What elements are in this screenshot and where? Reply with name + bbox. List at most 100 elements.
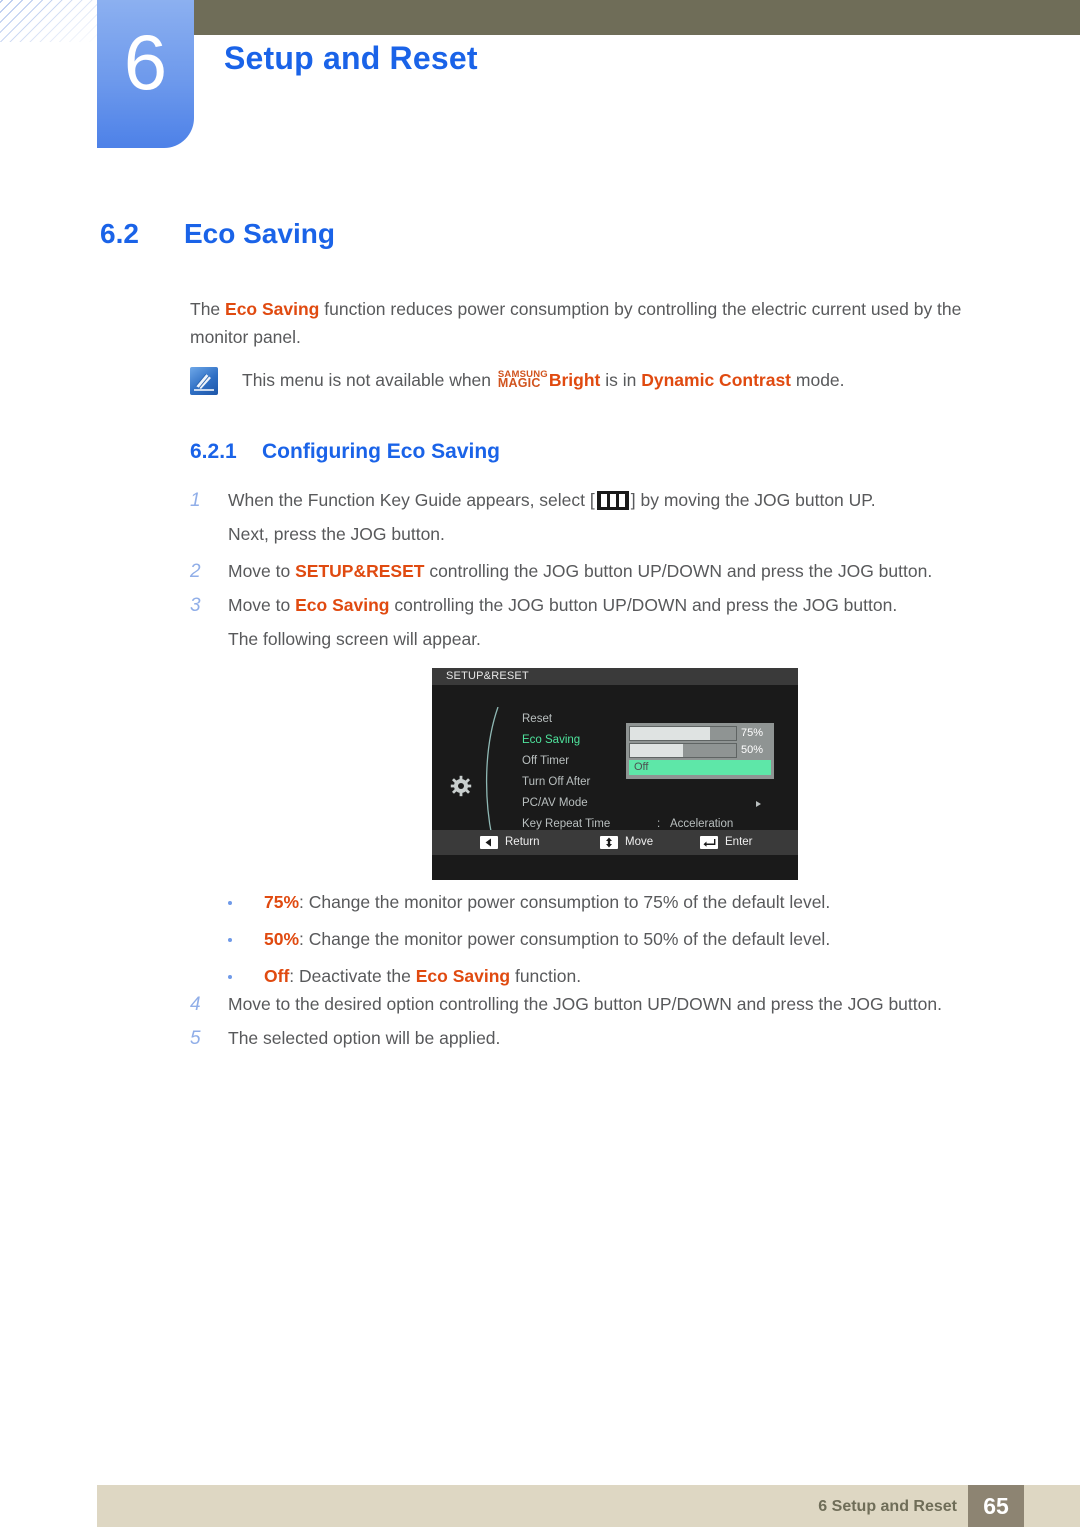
left-arrow-key-icon [480,836,498,849]
chevron-right-icon [756,801,761,807]
eco-option-label: 50% [741,744,764,756]
top-banner-bar [97,0,1080,35]
step-item: 1 When the Function Key Guide appears, s… [190,486,990,515]
note-text-part3: mode. [791,370,845,390]
eco-slider-bar[interactable] [629,743,737,758]
step-highlight: SETUP&RESET [295,561,425,581]
note-text-part2: is in [600,370,642,390]
note-text-part1: This menu is not available when [242,370,496,390]
osd-footer-label: Return [505,836,540,848]
chapter-tab: 6 [97,0,194,148]
osd-row-pc-av-mode[interactable]: PC/AV Mode [490,793,790,814]
corner-hatch-decoration [0,0,100,42]
step-text-post: by moving the JOG button UP. [635,490,876,510]
intro-paragraph-block: The Eco Saving function reduces power co… [190,295,980,357]
note-block: This menu is not available when SAMSUNG M… [190,366,980,395]
up-down-arrow-key-icon [600,836,618,849]
page-footer-bar: 6 Setup and Reset 65 [97,1485,1080,1527]
enter-key-icon [700,836,718,849]
step-item: 2 Move to SETUP&RESET controlling the JO… [190,557,990,586]
section-number: 6.2 [100,218,139,249]
intro-highlight: Eco Saving [225,299,320,319]
intro-paragraph: The Eco Saving function reduces power co… [190,295,980,351]
bullet-body: : Change the monitor power consumption t… [299,892,831,912]
osd-footer-bar: Return Move Enter [432,830,798,855]
osd-footer-label: Move [625,836,654,848]
bullet-text: 75%: Change the monitor power consumptio… [264,888,830,917]
step-text-post: controlling the JOG button UP/DOWN and p… [389,595,898,615]
eco-option-label: 75% [741,727,764,739]
chapter-title: Setup and Reset [224,40,478,76]
subsection-heading: 6.2.1 Configuring Eco Saving [190,437,500,467]
osd-title-bar: SETUP&RESET [432,668,798,685]
bullet-body-post: function. [510,966,582,986]
intro-text-before: The [190,299,226,319]
steps-list-before-osd: 1 When the Function Key Guide appears, s… [190,486,990,654]
osd-row-label: Off Timer [522,755,570,767]
step-text-pre: Move to [228,595,296,615]
osd-footer-move[interactable]: Move [600,830,653,855]
menu-bars-icon [596,491,629,510]
eco-saving-options-popup: 75% 50% Off [626,723,774,779]
osd-footer-label: Enter [725,836,753,848]
note-pencil-icon-svg [194,373,214,391]
step-highlight: Eco Saving [295,595,390,615]
bracket-open: [ [589,490,595,510]
eco-option-50[interactable]: 50% [629,743,771,758]
step-number: 1 [190,490,201,511]
footer-page-number: 65 [968,1485,1024,1527]
note-pencil-icon [190,367,218,395]
step-number: 2 [190,561,201,582]
step-text-pre: When the Function Key Guide appears, sel… [228,490,590,510]
bullet-dot-icon [228,925,264,954]
list-item: Off: Deactivate the Eco Saving function. [228,962,988,991]
bullet-dot-icon [228,888,264,917]
step-text-pre: Move to [228,561,296,581]
eco-option-off-selected[interactable]: Off [629,760,771,775]
step-number: 4 [190,994,201,1015]
step-number: 5 [190,1028,201,1049]
osd-row-label: Eco Saving [522,734,581,746]
footer-chapter-label: 6 Setup and Reset [818,1498,957,1515]
step-text-post: controlling the JOG button UP/DOWN and p… [424,561,933,581]
bullet-text: 50%: Change the monitor power consumptio… [264,925,830,954]
bullet-term-secondary: Eco Saving [415,966,511,986]
gear-icon [450,775,472,797]
osd-footer-enter[interactable]: Enter [700,830,753,855]
step-text: Move to the desired option controlling t… [228,994,942,1014]
step-continuation: The following screen will appear. [228,629,481,649]
bullet-body-pre: : Deactivate the [289,966,416,986]
osd-row-label: Turn Off After [522,776,591,788]
subsection-number: 6.2.1 [190,440,237,463]
step-text: Move to Eco Saving controlling the JOG b… [228,591,897,620]
bullet-term: 50% [264,929,300,949]
eco-slider-bar[interactable] [629,726,737,741]
bullet-dot-icon [228,962,264,991]
eco-slider-unfilled [709,727,736,740]
osd-row-label: Reset [522,713,553,725]
step-item: 5 The selected option will be applied. [190,1024,990,1053]
chapter-number: 6 [123,18,168,106]
list-item: 75%: Change the monitor power consumptio… [228,888,988,917]
step-text: Move to SETUP&RESET controlling the JOG … [228,557,932,586]
osd-menu-screenshot: SETUP&RESET Reset Eco Saving Off Timer T… [432,668,798,880]
step-number: 3 [190,595,201,616]
step-item: 3 Move to Eco Saving controlling the JOG… [190,591,990,620]
subsection-title: Configuring Eco Saving [262,440,501,463]
bullet-body: : Change the monitor power consumption t… [299,929,831,949]
eco-option-label: Off [634,761,649,773]
logo-line-magic: MAGIC [497,376,541,390]
osd-footer-return[interactable]: Return [480,830,540,855]
eco-option-description-list: 75%: Change the monitor power consumptio… [228,888,988,999]
eco-option-75[interactable]: 75% [629,726,771,741]
steps-list-after-osd: 4 Move to the desired option controlling… [190,990,990,1058]
section-heading: 6.2 Eco Saving [100,216,335,252]
step-continuation: Next, press the JOG button. [228,524,445,544]
step-item: 4 Move to the desired option controlling… [190,990,990,1019]
samsung-magic-logo: SAMSUNG MAGIC [497,370,548,390]
step-text: The selected option will be applied. [228,1028,501,1048]
bullet-term: 75% [264,892,300,912]
osd-body: Reset Eco Saving : Off Timer : Turn Off … [432,685,798,855]
osd-row-label: PC/AV Mode [522,797,588,809]
note-highlight: Dynamic Contrast [641,370,792,390]
